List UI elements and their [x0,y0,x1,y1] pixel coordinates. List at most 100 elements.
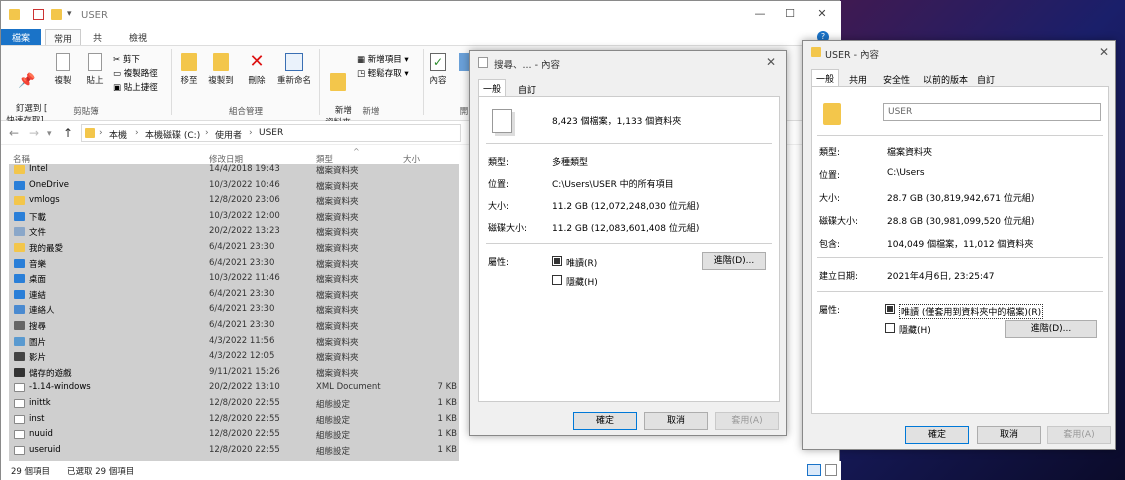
breadcrumb-users[interactable]: 使用者 [215,128,242,141]
paste-shortcut-button[interactable]: ▣ 貼上捷徑 [113,81,158,93]
contains-value: 104,049 個檔案，11,012 個資料夾 [887,240,1034,250]
search-icon [14,321,25,330]
delete-button[interactable]: ✕ 刪除 [245,53,269,87]
ok-button[interactable]: 確定 [573,412,637,430]
ribbon-separator [171,49,172,115]
close-button[interactable]: ✕ [1099,45,1109,59]
file-row[interactable]: OneDrive 10/3/2022 10:46 檔案資料夾 [9,180,459,192]
new-item-button[interactable]: ▦ 新增項目 ▾ [357,53,409,65]
file-row[interactable]: 下載 10/3/2022 12:00 檔案資料夾 [9,211,459,223]
advanced-button[interactable]: 進階(D)... [1005,320,1097,338]
file-type: 檔案資料夾 [316,322,359,332]
new-folder-quick-icon[interactable] [51,9,62,20]
tab-file[interactable]: 檔案 [1,29,41,45]
quick-access-dropdown-icon[interactable]: ▾ [67,9,72,19]
hidden-checkbox[interactable] [885,323,895,333]
up-button[interactable]: ↑ [63,126,73,140]
large-icons-view-button[interactable] [825,464,837,476]
copy-button[interactable]: 複製 [49,53,77,86]
file-date: 12/8/2020 23:06 [209,195,280,206]
file-name: -1.14-windows [29,382,91,393]
back-button[interactable]: ← [9,126,19,140]
paste-icon [88,53,102,71]
properties-quick-icon[interactable] [33,9,44,20]
copy-path-button[interactable]: ▭ 複製路徑 [113,67,158,79]
close-button[interactable]: ✕ [807,7,837,23]
breadcrumb-local-disk[interactable]: 本機磁碟 (C:) [145,128,200,141]
close-button[interactable]: ✕ [766,55,776,69]
move-to-button[interactable]: 移至 [177,53,201,86]
readonly-checkbox[interactable] [552,256,562,266]
file-row[interactable]: Intel 14/4/2018 19:43 檔案資料夾 [9,164,459,176]
file-row[interactable]: inst 12/8/2020 22:55 組態設定 1 KB [9,414,459,426]
tab-home[interactable]: 常用 [45,29,81,45]
disk-size-value: 28.8 GB (30,981,099,520 位元組) [887,217,1035,227]
cancel-button[interactable]: 取消 [977,426,1041,444]
copy-to-button[interactable]: 複製到 [205,53,237,86]
game-icon [14,367,25,377]
type-value: 檔案資料夾 [887,148,933,158]
file-row[interactable]: 影片 4/3/2022 12:05 檔案資料夾 [9,351,459,363]
advanced-button[interactable]: 進階(D)... [702,252,766,270]
hidden-checkbox[interactable] [552,275,562,285]
properties-button[interactable]: ✓ 內容 [427,53,449,86]
recent-locations-dropdown[interactable]: ▾ [47,129,52,139]
apply-button[interactable]: 套用(A) [1047,426,1111,444]
divider [486,143,772,144]
file-date: 14/4/2018 19:43 [209,164,280,174]
file-row[interactable]: 圖片 4/3/2022 11:56 檔案資料夾 [9,336,459,348]
file-row[interactable]: 音樂 6/4/2021 23:30 檔案資料夾 [9,258,459,270]
tab-view[interactable]: 檢視 [121,29,157,45]
file-row[interactable]: 我的最愛 6/4/2021 23:30 檔案資料夾 [9,242,459,254]
group-organize-label: 組合管理 [228,107,263,117]
location-label: 位置: [488,180,510,190]
file-type: 組態設定 [316,415,351,426]
type-value: 多種類型 [552,158,589,168]
file-name: 圖片 [29,337,47,348]
file-name: 儲存的遊戲 [29,368,72,379]
ok-button[interactable]: 確定 [905,426,969,444]
file-row[interactable]: inittk 12/8/2020 22:55 組態設定 1 KB [9,398,459,410]
file-name: inittk [29,398,51,408]
tab-share[interactable]: 共用 [85,29,117,57]
cancel-button[interactable]: 取消 [644,412,708,430]
file-row[interactable]: 儲存的遊戲 9/11/2021 15:26 檔案資料夾 [9,367,459,379]
file-row[interactable]: 搜尋 6/4/2021 23:30 檔案資料夾 [9,320,459,332]
link-icon [14,289,25,299]
file-row[interactable]: vmlogs 12/8/2020 23:06 檔案資料夾 [9,195,459,207]
type-label: 類型: [819,148,841,158]
readonly-checkbox[interactable] [885,304,895,314]
file-row[interactable]: 桌面 10/3/2022 11:46 檔案資料夾 [9,273,459,285]
folder-icon [823,103,841,125]
selected-count: 已選取 29 個項目 [67,467,135,477]
breadcrumb-separator: › [99,128,103,138]
maximize-button[interactable]: ☐ [775,7,805,23]
file-row[interactable]: 連絡人 6/4/2021 23:30 檔案資料夾 [9,304,459,316]
easy-access-button[interactable]: ◳ 輕鬆存取 ▾ [357,67,409,79]
file-row[interactable]: -1.14-windows 20/2/2022 13:10 XML Document… [9,382,459,394]
breadcrumb-this-pc[interactable]: 本機 [109,128,127,141]
apply-button[interactable]: 套用(A) [715,412,779,430]
file-row[interactable]: 連結 6/4/2021 23:30 檔案資料夾 [9,289,459,301]
paste-button[interactable]: 貼上 [81,53,109,86]
file-date: 6/4/2021 23:30 [209,257,275,268]
breadcrumb-user[interactable]: USER [259,128,283,138]
forward-button[interactable]: → [29,126,39,140]
download-icon [14,211,25,221]
file-row[interactable]: 文件 20/2/2022 13:23 檔案資料夾 [9,226,459,238]
open-icon[interactable] [459,53,469,71]
file-type: 組態設定 [316,431,351,442]
copy-icon [56,53,70,71]
file-row[interactable]: useruid 12/8/2020 22:55 組態設定 1 KB [9,445,459,457]
group-clipboard-label: 剪貼簿 [73,107,99,117]
star-icon [14,243,25,252]
minimize-button[interactable]: — [745,7,775,23]
file-type: XML Document [316,382,381,393]
file-name: 音樂 [29,259,47,270]
file-icon [14,399,25,408]
folder-name-field[interactable]: USER [883,103,1101,121]
rename-button[interactable]: 重新命名 [273,53,315,86]
file-row[interactable]: nuuid 12/8/2020 22:55 組態設定 1 KB [9,429,459,441]
details-view-button[interactable] [807,464,821,476]
cut-button[interactable]: ✂ 剪下 [113,53,140,65]
